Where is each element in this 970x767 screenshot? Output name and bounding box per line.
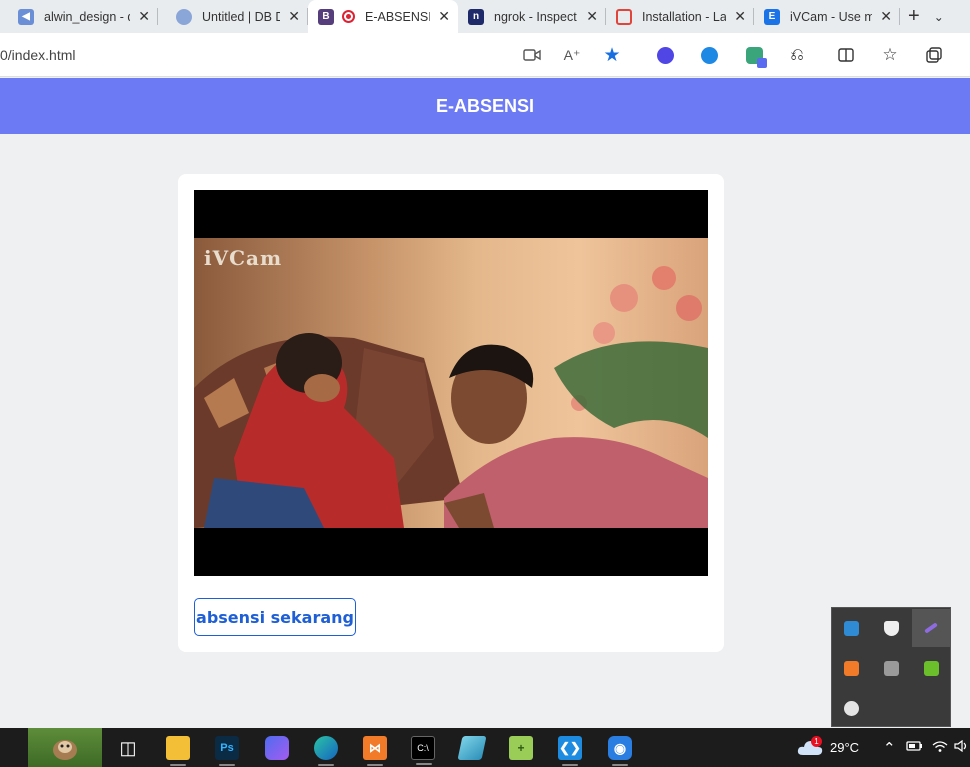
close-icon[interactable]: ✕ — [586, 8, 598, 25]
absensi-button[interactable]: absensi sekarang — [194, 598, 356, 636]
tab-ivcam[interactable]: E iVCam - Use mo ✕ — [754, 0, 900, 33]
camera-image — [194, 266, 708, 528]
tab-alwin-design[interactable]: ◀ alwin_design - d ✕ — [0, 0, 158, 33]
ivcam-taskbar-icon[interactable]: ◉ — [608, 736, 632, 766]
tab-laravel-installation[interactable]: Installation - La ✕ — [606, 0, 754, 33]
tab-title: iVCam - Use mo — [790, 9, 873, 24]
extensions-puzzle-icon[interactable]: ⎌ — [785, 43, 809, 67]
bootstrap-icon: B — [318, 8, 334, 25]
photoshop-icon[interactable]: Ps — [215, 736, 239, 766]
app-cube-icon[interactable] — [457, 736, 487, 760]
recording-icon — [342, 10, 355, 23]
xampp-icon[interactable]: ⋈ — [363, 736, 387, 766]
camera-icon[interactable] — [520, 43, 544, 67]
page-title: E-ABSENSI — [435, 95, 534, 116]
ngrok-icon: n — [468, 8, 484, 25]
chevron-down-icon[interactable]: ⌄ — [934, 10, 944, 24]
close-icon[interactable]: ✕ — [138, 8, 150, 25]
chevron-up-icon[interactable]: ⌃ — [883, 739, 896, 757]
database-icon — [176, 8, 192, 25]
tab-strip: ◀ alwin_design - d ✕ Untitled | DB De ✕ … — [0, 0, 970, 33]
address-bar: 0/index.html A⁺ ★ ⎌ ☆ — [0, 33, 970, 77]
collections-icon[interactable] — [922, 43, 946, 67]
tab-title: Untitled | DB De — [202, 9, 281, 24]
close-icon[interactable]: ✕ — [438, 8, 450, 25]
share-icon: ◀ — [18, 8, 34, 25]
laravel-icon — [616, 8, 632, 25]
task-view-icon[interactable]: ◫ — [116, 736, 140, 760]
new-tab-icon[interactable]: + — [908, 5, 920, 28]
nvidia-tray-icon[interactable] — [912, 649, 950, 687]
webcam-tray-icon[interactable] — [832, 689, 870, 727]
edge-icon[interactable] — [314, 736, 338, 766]
display-tray-icon[interactable] — [872, 649, 910, 687]
close-icon[interactable]: ✕ — [880, 8, 892, 25]
camera-card: iVCam absensi sekarang — [178, 174, 724, 652]
network-app-tray-icon[interactable] — [832, 609, 870, 647]
taskbar: ◫ Ps ⋈ C:\ + ❮❯ ◉ 1 29°C ⌃ — [0, 728, 970, 767]
volume-icon[interactable] — [954, 739, 968, 755]
close-icon[interactable]: ✕ — [288, 8, 300, 25]
tray-overflow-popup — [831, 607, 951, 727]
tab-db-designer[interactable]: Untitled | DB De ✕ — [158, 0, 308, 33]
tab-e-absensi[interactable]: B E-ABSENSI ✕ — [308, 0, 458, 33]
extension-vpn-icon[interactable] — [697, 43, 721, 67]
sloth-widget-icon[interactable] — [28, 728, 102, 767]
extension-grid-icon[interactable] — [742, 43, 767, 68]
favorite-star-icon[interactable]: ★ — [600, 43, 624, 67]
xampp-tray-icon[interactable] — [832, 649, 870, 687]
url-field[interactable]: 0/index.html — [0, 47, 75, 63]
tab-title: Installation - La — [642, 9, 727, 24]
battery-icon[interactable] — [906, 739, 924, 755]
copilot-icon[interactable] — [265, 736, 289, 760]
close-icon[interactable]: ✕ — [734, 8, 746, 25]
pen-tray-icon[interactable] — [912, 609, 950, 647]
favorites-icon[interactable]: ☆ — [878, 43, 902, 67]
tab-title: ngrok - Inspect — [494, 9, 577, 24]
camera-frame: iVCam — [194, 238, 708, 528]
split-screen-icon[interactable] — [834, 43, 858, 67]
wifi-icon[interactable] — [932, 739, 948, 755]
notification-badge: 1 — [811, 736, 822, 747]
read-aloud-icon[interactable]: A⁺ — [560, 43, 584, 67]
video-watermark: iVCam — [204, 246, 283, 270]
camera-preview: iVCam — [194, 190, 708, 576]
ivcam-icon: E — [764, 8, 780, 25]
file-explorer-icon[interactable] — [166, 736, 190, 766]
security-shield-tray-icon[interactable] — [872, 609, 910, 647]
tab-title: alwin_design - d — [44, 9, 131, 24]
extension-d-icon[interactable] — [653, 43, 677, 67]
vscode-icon[interactable]: ❮❯ — [558, 736, 582, 766]
temperature-text: 29°C — [830, 740, 860, 755]
notepad-plus-icon[interactable]: + — [509, 736, 533, 760]
tab-title: E-ABSENSI — [365, 9, 431, 24]
tab-ngrok[interactable]: n ngrok - Inspect ✕ — [458, 0, 606, 33]
page-header: E-ABSENSI — [0, 78, 970, 134]
terminal-icon[interactable]: C:\ — [411, 736, 435, 765]
